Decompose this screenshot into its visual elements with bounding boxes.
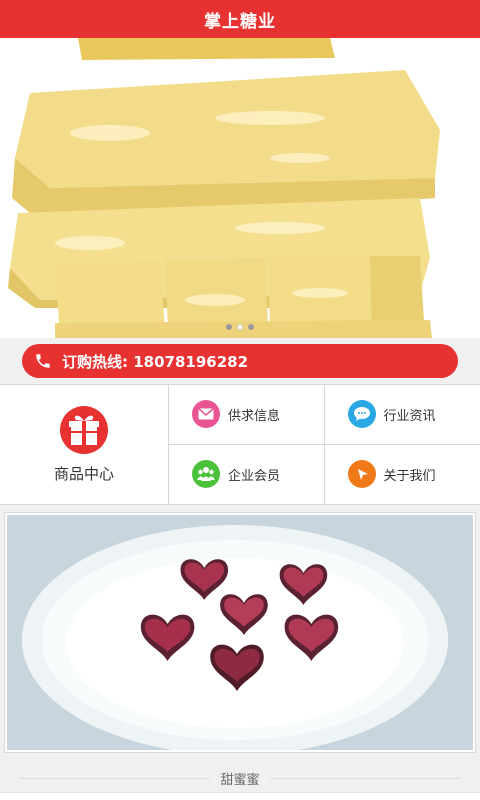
hotline-text: 订购热线: 18078196282 xyxy=(62,352,249,371)
phone-icon xyxy=(36,354,50,368)
menu-item-products[interactable]: 商品中心 xyxy=(0,385,169,504)
carousel-dot-active[interactable] xyxy=(237,324,243,330)
menu-item-industry-news[interactable]: 行业资讯 xyxy=(324,385,480,445)
brown-sugar-photo xyxy=(0,38,480,338)
menu-item-about-us[interactable]: 关于我们 xyxy=(325,445,480,505)
menu-item-label: 供求信息 xyxy=(228,408,281,424)
carousel-indicator xyxy=(0,324,480,330)
app-screen: 掌上糖业 订购热线: 18078196282 商品中心 供求信息 行业资讯 企业… xyxy=(0,0,480,800)
hotline-button[interactable]: 订购热线: 18078196282 xyxy=(22,344,458,378)
section-title-text: 甜蜜蜜 xyxy=(220,772,260,788)
carousel-dot[interactable] xyxy=(248,324,254,330)
menu-item-products-label: 商品中心 xyxy=(53,465,114,483)
pointer-icon xyxy=(347,460,376,489)
quick-menu: 商品中心 供求信息 行业资讯 企业会员 关于我们 xyxy=(0,384,480,505)
menu-item-label: 关于我们 xyxy=(383,468,436,484)
divider xyxy=(269,777,460,779)
menu-item-members[interactable]: 企业会员 xyxy=(169,444,325,504)
menu-grid: 供求信息 行业资讯 企业会员 关于我们 xyxy=(169,385,480,504)
menu-item-supply-demand[interactable]: 供求信息 xyxy=(169,385,325,445)
next-card-edge xyxy=(0,792,480,800)
chat-icon xyxy=(347,400,376,429)
section-title: 甜蜜蜜 xyxy=(0,767,480,789)
app-header: 掌上糖业 xyxy=(0,0,480,38)
banner-carousel[interactable] xyxy=(0,38,480,338)
menu-item-label: 行业资讯 xyxy=(383,408,436,424)
users-icon xyxy=(192,460,220,489)
rose-sugar-photo xyxy=(7,515,473,755)
product-card[interactable] xyxy=(4,512,476,755)
menu-item-label: 企业会员 xyxy=(228,468,281,484)
gift-icon xyxy=(60,406,108,454)
hotline-row: 订购热线: 18078196282 xyxy=(0,338,480,384)
page-title: 掌上糖业 xyxy=(204,11,276,32)
mail-icon xyxy=(192,400,220,429)
divider xyxy=(20,777,211,779)
carousel-dot[interactable] xyxy=(226,324,232,330)
